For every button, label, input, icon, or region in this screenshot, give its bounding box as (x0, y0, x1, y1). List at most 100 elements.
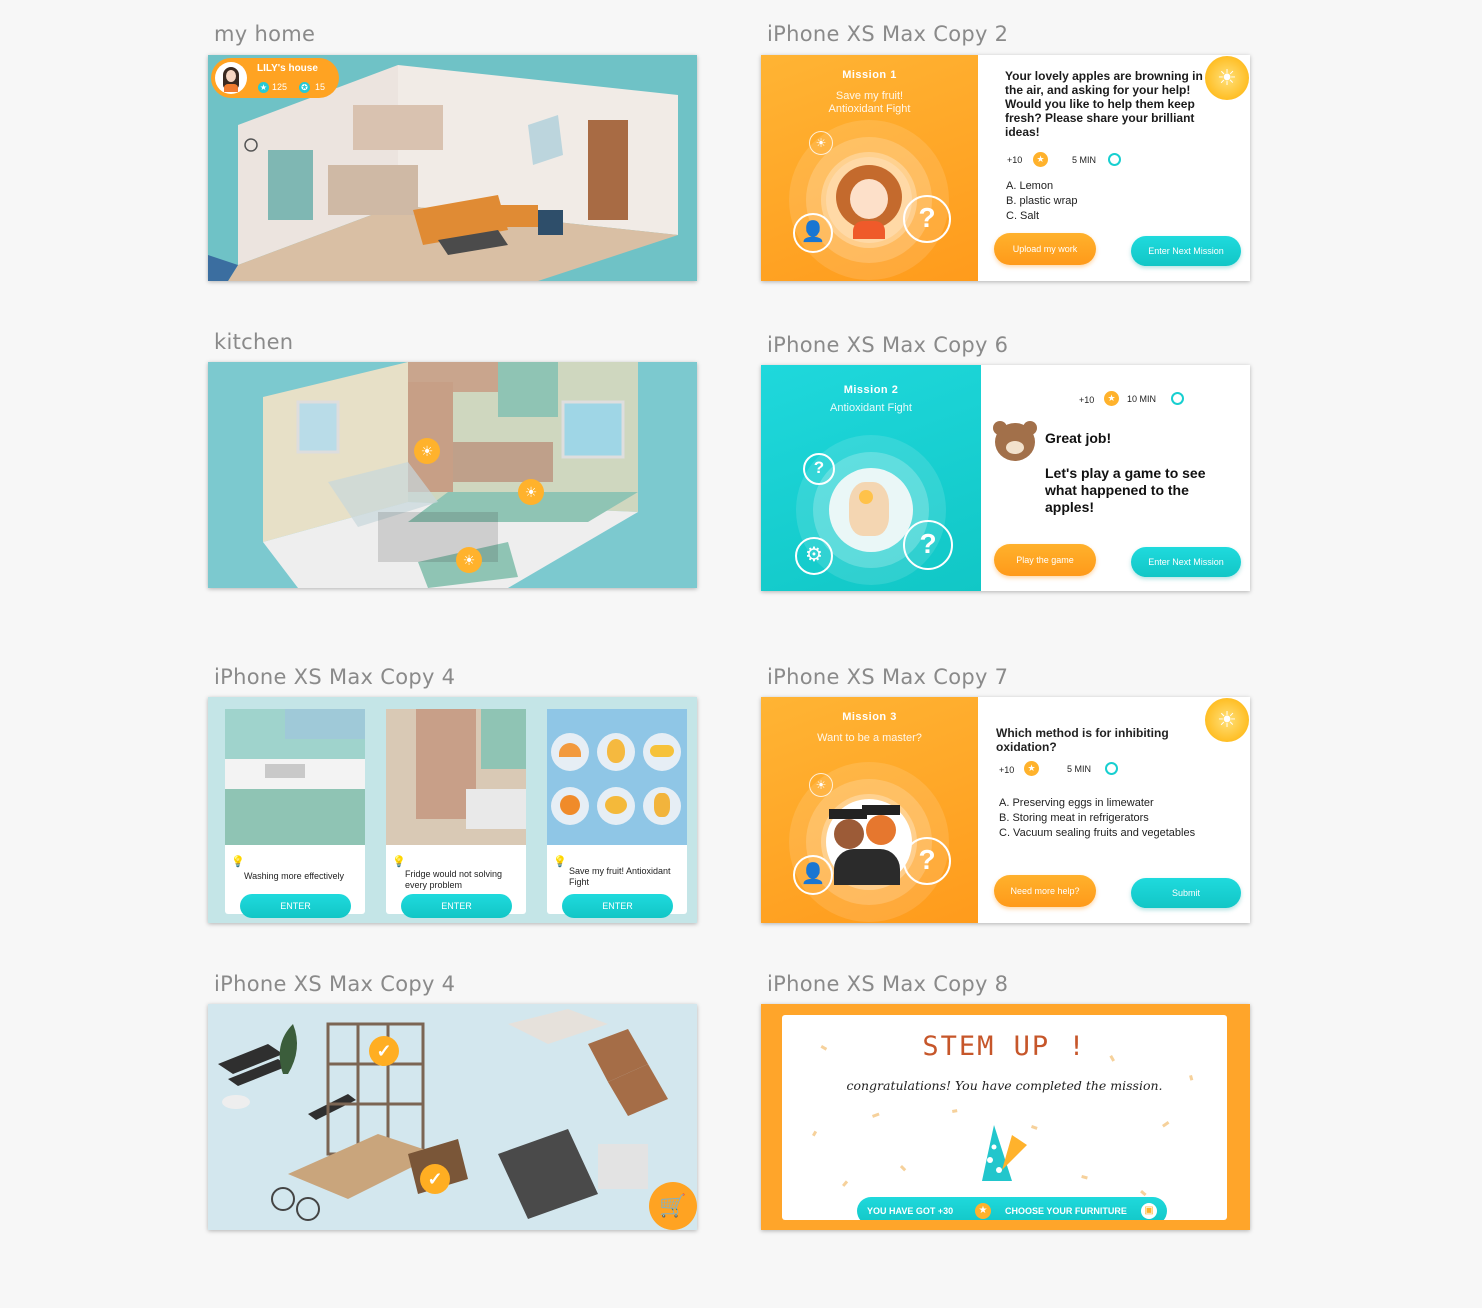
artboard-title-copy-8: iPhone XS Max Copy 8 (767, 972, 1009, 996)
choose-furniture-text[interactable]: CHOOSE YOUR FURNITURE (1005, 1197, 1127, 1220)
house-badge[interactable]: LILY's house ★ 125 ✪ 15 (211, 58, 339, 98)
mission-subtitle: Want to be a master? (817, 732, 922, 744)
hint-bulb-icon[interactable]: ☀ (414, 438, 440, 464)
kitchen-board[interactable]: ☀ ☀ ☀ (208, 362, 697, 588)
time-label: 5 MIN (1067, 764, 1092, 774)
check-icon[interactable]: ✓ (369, 1036, 399, 1066)
mission-title: Mission 2 (843, 384, 899, 396)
gear-icon[interactable]: ⚙ (795, 537, 833, 575)
mission-subtitle-2: Antioxidant Fight (828, 103, 911, 115)
option-a[interactable]: A. Lemon (1006, 179, 1053, 194)
congrats-board[interactable]: STEM UP ! congratulations! You have comp… (761, 1004, 1250, 1230)
enter-next-mission-button[interactable]: Enter Next Mission (1131, 236, 1241, 266)
bear-avatar (993, 421, 1037, 461)
artboard-title-copy-4b: iPhone XS Max Copy 4 (214, 972, 456, 996)
party-hat-icon (972, 1115, 1032, 1187)
fruit-grid-image (547, 709, 687, 845)
option-c[interactable]: C. Vacuum sealing fruits and vegetables (999, 826, 1195, 841)
artboard-title-copy-6: iPhone XS Max Copy 6 (767, 333, 1009, 357)
congrats-card: STEM UP ! congratulations! You have comp… (782, 1015, 1227, 1220)
mission-2-panel: Mission 2 Antioxidant Fight ? ⚙ ? (761, 365, 981, 591)
mission-1-panel: Mission 1 Save my fruit! Antioxidant Fig… (761, 55, 978, 281)
furniture-board[interactable]: ✓ ✓ 🛒 (208, 1004, 697, 1230)
enter-next-mission-button[interactable]: Enter Next Mission (1131, 547, 1241, 577)
my-home-board[interactable]: LILY's house ★ 125 ✪ 15 (208, 55, 697, 281)
sofa-icon: ▣ (1141, 1203, 1157, 1219)
girl-avatar (826, 157, 912, 243)
hint-bulb-icon[interactable]: ☀ (518, 479, 544, 505)
artboard-title-my-home: my home (214, 22, 316, 46)
artboard-title-copy-2: iPhone XS Max Copy 2 (767, 22, 1009, 46)
check-icon[interactable]: ✓ (420, 1164, 450, 1194)
time-label: 5 MIN (1072, 155, 1097, 165)
artboard-title-copy-4: iPhone XS Max Copy 4 (214, 665, 456, 689)
points-label: +10 (1007, 155, 1023, 165)
mission-3-board[interactable]: Mission 3 Want to be a master? ☀ 👤 ? Whi… (761, 697, 1250, 923)
mission-subtitle: Antioxidant Fight (830, 402, 912, 414)
bulb-icon: ☀ (809, 773, 833, 797)
mission-title: Mission 1 (842, 69, 897, 81)
question-text: Which method is for inhibiting oxidation… (996, 726, 1169, 754)
bulb-icon: 💡 (392, 856, 406, 868)
sink-image (225, 709, 365, 845)
help-icon[interactable]: ? (903, 837, 951, 885)
hint-bulb-icon[interactable]: ☀ (456, 547, 482, 573)
clock-icon (1108, 153, 1121, 166)
mission-card[interactable]: 💡 Save my fruit! Antioxidant Fight ENTER (547, 709, 687, 918)
artboard-title-kitchen: kitchen (214, 330, 294, 354)
clock-icon (1105, 762, 1118, 775)
play-game-button[interactable]: Play the game (994, 544, 1096, 576)
reward-text: YOU HAVE GOT +30 (867, 1206, 954, 1216)
congrats-message: congratulations! You have completed the … (846, 1078, 1163, 1093)
need-help-button[interactable]: Need more help? (994, 875, 1096, 907)
help-icon[interactable]: ? (903, 195, 951, 243)
option-a[interactable]: A. Preserving eggs in limewater (999, 796, 1154, 811)
star-icon: ★ (975, 1203, 991, 1219)
game-prompt-text: Let's play a game to see what happened t… (1045, 465, 1206, 515)
upload-work-button[interactable]: Upload my work (994, 233, 1096, 265)
reward-bar[interactable]: YOU HAVE GOT +30 ★ CHOOSE YOUR FURNITURE… (857, 1197, 1167, 1220)
cart-icon[interactable]: 🛒 (649, 1182, 697, 1230)
house-name: LILY's house (257, 63, 318, 74)
mission-1-board[interactable]: Mission 1 Save my fruit! Antioxidant Fig… (761, 55, 1250, 281)
bulb-icon: 💡 (553, 856, 567, 868)
great-job-text: Great job! (1045, 430, 1112, 446)
hint-bulb-icon[interactable]: ☀ (1205, 56, 1249, 100)
mission-card[interactable]: 💡 Washing more effectively ENTER (225, 709, 365, 918)
mission-2-board[interactable]: Mission 2 Antioxidant Fight ? ⚙ ? +10 ★ … (761, 365, 1250, 591)
bulb-icon: 💡 (231, 856, 245, 868)
person-icon[interactable]: 👤 (793, 855, 833, 895)
person-icon[interactable]: 👤 (793, 213, 833, 253)
medal-count: 15 (315, 82, 326, 92)
furniture-illustration (218, 1009, 668, 1221)
bulb-icon: ☀ (809, 131, 833, 155)
enter-button[interactable]: ENTER (401, 894, 512, 918)
head-thinking-icon (829, 468, 913, 552)
time-label: 10 MIN (1127, 394, 1157, 404)
card-label: Washing more effectively (244, 871, 345, 881)
kitchen-illustration (263, 362, 638, 588)
star-icon: ★ (1033, 152, 1048, 167)
fridge-image (386, 709, 526, 845)
option-c[interactable]: C. Salt (1006, 209, 1039, 224)
points-label: +10 (1079, 395, 1095, 405)
enter-button[interactable]: ENTER (240, 894, 351, 918)
mission-subtitle-1: Save my fruit! (835, 90, 904, 102)
medal-icon: ✪ (299, 82, 310, 93)
avatar (215, 62, 247, 94)
option-b[interactable]: B. plastic wrap (1006, 194, 1078, 209)
star-count: 125 (272, 82, 288, 92)
card-label: Fridge would not solving every problem (405, 869, 503, 890)
mission-select-board[interactable]: 💡 Washing more effectively ENTER 💡 Fridg… (208, 697, 697, 923)
mission-card[interactable]: 💡 Fridge would not solving every problem… (386, 709, 526, 918)
artboard-title-copy-7: iPhone XS Max Copy 7 (767, 665, 1009, 689)
hint-bulb-icon[interactable]: ☀ (1205, 698, 1249, 742)
option-b[interactable]: B. Storing meat in refrigerators (999, 811, 1149, 826)
submit-button[interactable]: Submit (1131, 878, 1241, 908)
enter-button[interactable]: ENTER (562, 894, 673, 918)
question-text: Your lovely apples are browning in the a… (1005, 69, 1203, 139)
card-label: Save my fruit! Antioxidant Fight (569, 866, 671, 887)
help-icon[interactable]: ? (803, 453, 835, 485)
clock-icon (1171, 392, 1184, 405)
help-icon[interactable]: ? (903, 520, 953, 570)
